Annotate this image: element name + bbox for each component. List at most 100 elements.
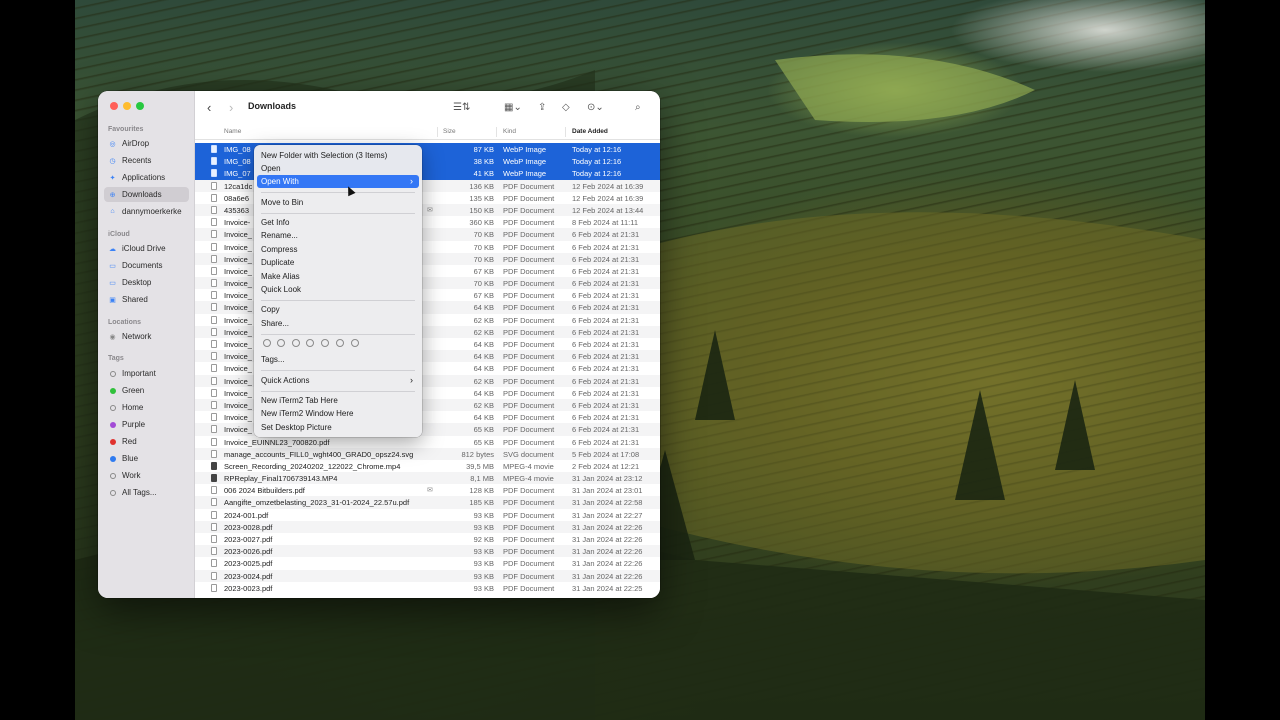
menu-item-quick-look[interactable]: Quick Look <box>257 283 419 296</box>
zoom-window-button[interactable] <box>136 102 144 110</box>
menu-item-tags[interactable]: Tags... <box>257 353 419 366</box>
group-icon[interactable]: ▦⌄ <box>504 100 522 114</box>
file-size: 62 KB <box>473 376 494 386</box>
file-row[interactable]: RPReplay_Final1706739143.MP4 8,1 MB MPEG-4… <box>195 472 660 485</box>
document-file-icon <box>211 266 217 275</box>
menu-item-rename[interactable]: Rename... <box>257 229 419 242</box>
search-icon[interactable]: ⌕ <box>635 100 641 114</box>
file-name: Invoice_ <box>224 291 252 301</box>
tag-color-circle[interactable] <box>277 339 285 347</box>
close-window-button[interactable] <box>110 102 118 110</box>
file-kind: PDF Document <box>503 266 555 276</box>
tag-color-circle[interactable] <box>263 339 271 347</box>
menu-item-move-to-bin[interactable]: Move to Bin <box>257 196 419 209</box>
file-row[interactable]: 2023-0024.pdf 93 KB PDF Document 31 Jan 202… <box>195 569 660 582</box>
menu-item-compress[interactable]: Compress <box>257 243 419 256</box>
document-file-icon <box>211 388 217 397</box>
file-row[interactable]: 2024-001.pdf 93 KB PDF Document 31 Jan 2024… <box>195 509 660 521</box>
file-row[interactable]: 2023-0027.pdf 92 KB PDF Document 31 Jan 202… <box>195 533 660 545</box>
file-row[interactable]: 2023-0028.pdf 93 KB PDF Document 31 Jan 202… <box>195 520 660 533</box>
file-name: 08a6e6 <box>224 193 250 203</box>
file-date-added: 5 Feb 2024 at 17:08 <box>572 449 640 459</box>
sidebar-all-tags[interactable]: All Tags... <box>104 485 189 500</box>
tag-color-circle[interactable] <box>306 339 314 347</box>
list-view-icon[interactable]: ☰⇅ <box>453 100 470 114</box>
menu-item-get-info[interactable]: Get Info <box>257 216 419 229</box>
back-button[interactable]: ‹ <box>207 100 211 115</box>
column-kind[interactable]: Kind <box>503 128 516 135</box>
sidebar-item-home[interactable]: ⌂ dannymoerkerke <box>104 204 189 219</box>
more-actions-icon[interactable]: ⊙⌄ <box>587 100 604 114</box>
tag-icon[interactable]: ◇ <box>562 100 570 114</box>
menu-item-new-iterm2-tab[interactable]: New iTerm2 Tab Here <box>257 394 419 407</box>
menu-item-copy[interactable]: Copy <box>257 303 419 316</box>
share-icon[interactable]: ⇪ <box>538 100 546 114</box>
file-row[interactable]: 2023-0023.pdf 93 KB PDF Document 31 Jan 202… <box>195 582 660 594</box>
menu-item-new-iterm2-window[interactable]: New iTerm2 Window Here <box>257 407 419 420</box>
column-name[interactable]: Name <box>224 128 241 135</box>
sidebar-tag-green[interactable]: Green <box>104 383 189 398</box>
sidebar-item-documents[interactable]: ▭ Documents <box>104 258 189 273</box>
menu-item-set-desktop-picture[interactable]: Set Desktop Picture <box>257 421 419 434</box>
context-menu: New Folder with Selection (3 Items) Open… <box>254 145 422 437</box>
menu-item-new-folder-with-selection[interactable]: New Folder with Selection (3 Items) <box>257 149 419 162</box>
sidebar-tag-important[interactable]: Important <box>104 366 189 381</box>
tag-dot-icon <box>110 421 116 428</box>
file-size: 93 KB <box>473 583 494 593</box>
menu-item-share[interactable]: Share... <box>257 317 419 330</box>
tag-color-circle[interactable] <box>292 339 300 347</box>
menu-item-open[interactable]: Open <box>257 162 419 175</box>
sidebar-item-airdrop[interactable]: ◎ AirDrop <box>104 136 189 151</box>
sidebar-item-network[interactable]: ◉ Network <box>104 329 189 344</box>
tag-color-circle[interactable] <box>336 339 344 347</box>
menu-item-label: Open With <box>261 177 299 186</box>
file-row[interactable]: 2023-0025.pdf 93 KB PDF Document 31 Jan 202… <box>195 557 660 569</box>
sidebar-tag-blue[interactable]: Blue <box>104 451 189 466</box>
menu-item-duplicate[interactable]: Duplicate <box>257 256 419 269</box>
file-row[interactable]: Screen_Recording_20240202_122022_Chrome.… <box>195 460 660 472</box>
tag-color-circle[interactable] <box>321 339 329 347</box>
file-size: 41 KB <box>473 169 494 179</box>
column-size[interactable]: Size <box>443 128 456 135</box>
sidebar-item-label: Documents <box>122 261 163 270</box>
document-file-icon <box>211 291 217 300</box>
file-kind: PDF Document <box>503 242 555 252</box>
file-date-added: 6 Feb 2024 at 21:31 <box>572 413 640 423</box>
file-row[interactable]: 006 2024 Bitbuilders.pdf ✉ 128 KB PDF Docum… <box>195 484 660 496</box>
document-file-icon <box>211 522 217 531</box>
sidebar-tag-red[interactable]: Red <box>104 434 189 449</box>
file-row[interactable]: 2023-0026.pdf 93 KB PDF Document 31 Jan 202… <box>195 545 660 558</box>
file-kind: PDF Document <box>503 279 555 289</box>
file-size: 128 KB <box>469 486 494 496</box>
file-row[interactable]: Aangifte_omzetbelasting_2023_31-01-2024_… <box>195 496 660 509</box>
applications-icon: ✦ <box>109 174 116 182</box>
file-size: 70 KB <box>473 242 494 252</box>
sidebar-item-desktop[interactable]: ▭ Desktop <box>104 275 189 290</box>
file-row[interactable]: manage_accounts_FILL0_wght400_GRAD0_opsz… <box>195 447 660 460</box>
sidebar-item-icloud-drive[interactable]: ☁ iCloud Drive <box>104 241 189 256</box>
file-date-added: 31 Jan 2024 at 22:26 <box>572 547 643 557</box>
menu-item-open-with[interactable]: Open With › <box>257 175 419 188</box>
forward-button[interactable]: › <box>229 100 233 115</box>
file-row[interactable]: Invoice_EUINNL23_700820.pdf 65 KB PDF Docu… <box>195 436 660 448</box>
sidebar-item-recents[interactable]: ◷ Recents <box>104 153 189 168</box>
file-kind: PDF Document <box>503 327 555 337</box>
file-name: Invoice_ <box>224 400 252 410</box>
column-date-added[interactable]: Date Added <box>572 128 608 135</box>
menu-item-quick-actions[interactable]: Quick Actions › <box>257 374 419 387</box>
sidebar-tag-work[interactable]: Work <box>104 468 189 483</box>
file-size: 93 KB <box>473 559 494 569</box>
file-size: 38 KB <box>473 157 494 167</box>
minimize-window-button[interactable] <box>123 102 131 110</box>
sidebar-item-applications[interactable]: ✦ Applications <box>104 170 189 185</box>
menu-item-make-alias[interactable]: Make Alias <box>257 270 419 283</box>
tag-color-circle[interactable] <box>351 339 359 347</box>
sidebar-item-downloads[interactable]: ⊕ Downloads <box>104 187 189 202</box>
sidebar-tag-home[interactable]: Home <box>104 400 189 415</box>
sidebar-item-shared[interactable]: ▣ Shared <box>104 292 189 307</box>
sidebar-tag-purple[interactable]: Purple <box>104 417 189 432</box>
document-file-icon <box>211 230 217 239</box>
clock-icon: ◷ <box>109 157 116 165</box>
file-kind: PDF Document <box>503 535 555 544</box>
submenu-chevron-icon: › <box>410 176 413 186</box>
